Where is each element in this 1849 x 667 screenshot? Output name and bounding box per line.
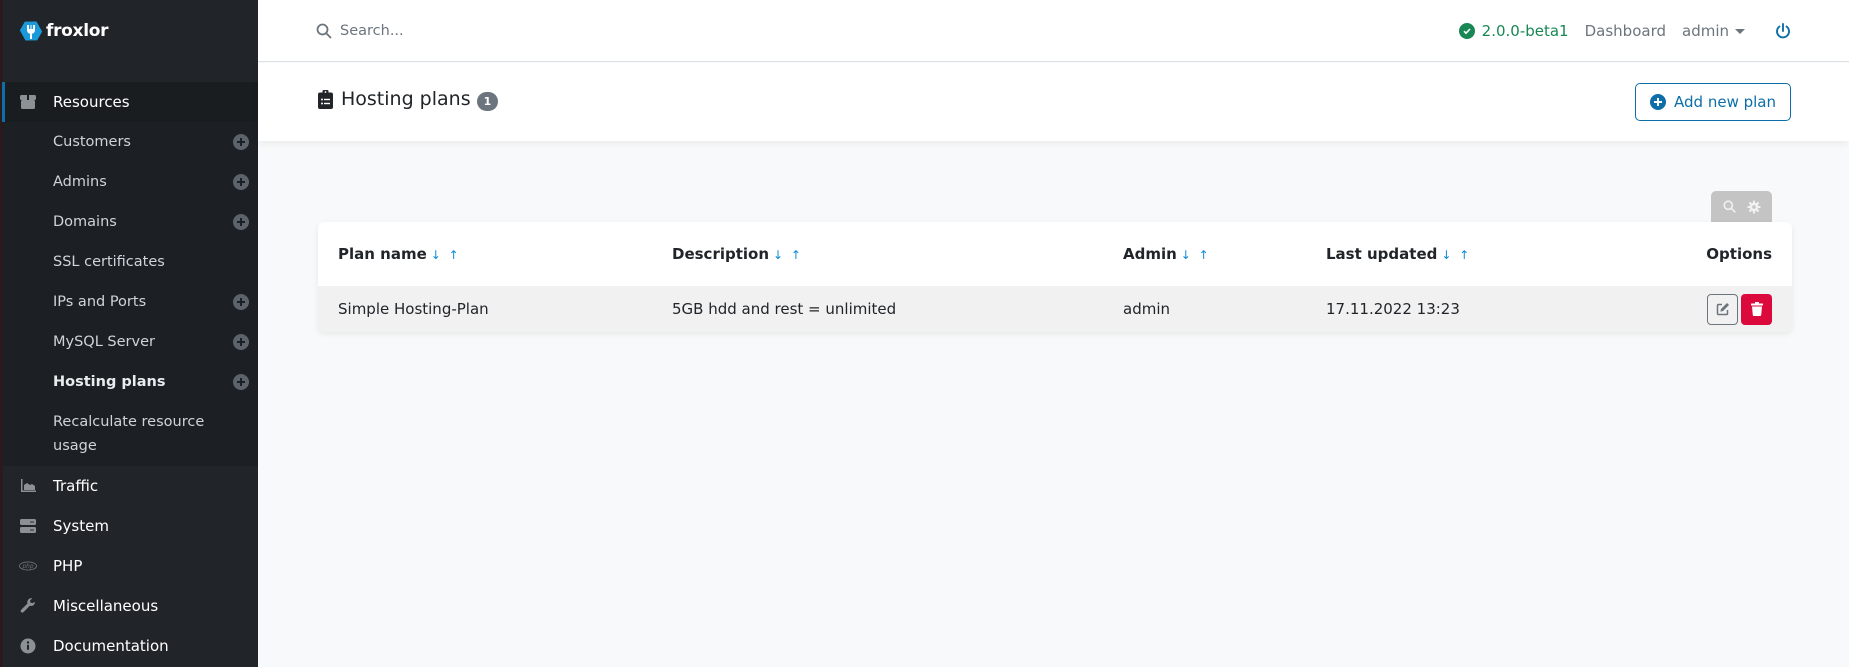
caret-down-icon [1735,28,1745,34]
logout-button[interactable] [1775,23,1791,39]
sort-arrows-icon[interactable]: ↓ ↑ [1441,248,1471,262]
add-admin-icon[interactable] [233,174,249,190]
table-search-button[interactable] [1719,197,1739,217]
plus-circle-icon [1650,94,1667,110]
header-actions: 2.0.0-beta1 Dashboard admin [1458,0,1791,62]
sidebar-item-label: Admins [53,174,107,190]
cell-description: 5GB hdd and rest = unlimited [652,286,1103,332]
sidebar-item-ssl-certificates[interactable]: SSL certificates [3,242,258,282]
sidebar-item-label: Traffic [53,477,99,495]
column-header-description[interactable]: Description ↓ ↑ [652,222,1103,286]
edit-icon [1716,303,1729,316]
version-status[interactable]: 2.0.0-beta1 [1458,22,1569,40]
sidebar-item-label: Documentation [53,637,169,655]
froxlor-logo-icon [19,21,43,41]
table-tools [1711,191,1772,222]
column-header-admin[interactable]: Admin ↓ ↑ [1103,222,1306,286]
cell-options [1606,286,1792,332]
svg-text:php: php [21,564,33,570]
sidebar-item-hosting-plans[interactable]: Hosting plans [3,362,258,402]
sidebar-item-mysql-server[interactable]: MySQL Server [3,322,258,362]
brand-name: froxlor [46,21,109,41]
gear-icon [1747,199,1761,214]
box-icon [19,93,37,111]
dashboard-link[interactable]: Dashboard [1585,22,1666,40]
user-dropdown[interactable]: admin [1682,22,1745,40]
sidebar-item-label: SSL certificates [53,254,165,270]
wrench-icon [19,597,37,615]
sidebar-item-recalculate-resource-usage[interactable]: Recalculate resource usage [3,402,258,466]
sidebar-item-label: IPs and Ports [53,294,147,310]
sidebar-item-miscellaneous[interactable]: Miscellaneous [3,586,258,626]
server-icon [19,517,37,535]
search-icon [1723,200,1736,213]
sidebar-item-label: Hosting plans [53,374,166,390]
cell-admin: admin [1103,286,1306,332]
column-header-plan-name[interactable]: Plan name ↓ ↑ [318,222,652,286]
add-new-plan-button[interactable]: Add new plan [1635,83,1791,121]
page-header: Hosting plans 1 Add new plan [258,63,1849,141]
sidebar-item-label: Miscellaneous [53,597,159,615]
sidebar-item-label: PHP [53,557,83,575]
count-badge: 1 [476,91,499,111]
search-icon [316,23,332,38]
resources-submenu: Customers Admins Domains SSL certificate… [3,122,258,466]
sidebar: froxlor Resources Customers Admins Domai… [0,0,258,667]
sidebar-nav: Resources Customers Admins Domains SSL c… [2,82,258,666]
version-label: 2.0.0-beta1 [1481,22,1569,40]
add-customer-icon[interactable] [233,134,249,150]
column-header-options: Options [1706,245,1772,263]
sort-arrows-icon[interactable]: ↓ ↑ [773,248,803,262]
add-ip-port-icon[interactable] [233,294,249,310]
hosting-plans-table-card: Plan name ↓ ↑ Description ↓ ↑ Admin ↓ ↑ Las… [318,222,1792,332]
froxlor-logo[interactable]: froxlor [19,19,109,43]
sidebar-item-system[interactable]: System [3,506,258,546]
brand[interactable]: froxlor [3,0,258,62]
sidebar-item-label: Recalculate resource usage [53,414,205,454]
search-input[interactable] [340,22,640,39]
power-icon [1776,23,1790,39]
page-title-text: Hosting plans [341,88,471,110]
sidebar-item-php[interactable]: php PHP [3,546,258,586]
sidebar-item-documentation[interactable]: Documentation [3,626,258,666]
php-icon: php [19,557,37,575]
table-header-row: Plan name ↓ ↑ Description ↓ ↑ Admin ↓ ↑ Las… [318,222,1792,286]
clipboard-list-icon [318,89,333,109]
user-label: admin [1682,22,1729,40]
sort-arrows-icon[interactable]: ↓ ↑ [431,248,461,262]
add-hosting-plan-icon[interactable] [233,374,249,390]
info-icon [19,637,37,655]
hosting-plans-table: Plan name ↓ ↑ Description ↓ ↑ Admin ↓ ↑ Las… [318,222,1792,332]
sidebar-item-admins[interactable]: Admins [3,162,258,202]
column-header-last-updated[interactable]: Last updated ↓ ↑ [1306,222,1606,286]
add-new-plan-label: Add new plan [1674,93,1776,111]
sidebar-item-label: Customers [53,134,131,150]
sidebar-item-label: System [53,517,109,535]
top-header: 2.0.0-beta1 Dashboard admin [258,0,1849,62]
search-box[interactable] [316,22,640,39]
cell-plan-name: Simple Hosting-Plan [318,286,652,332]
sidebar-item-label: Resources [53,93,130,111]
page-title: Hosting plans 1 [318,88,499,111]
sidebar-item-ips-and-ports[interactable]: IPs and Ports [3,282,258,322]
table-settings-button[interactable] [1744,197,1764,217]
sidebar-item-label: Domains [53,214,117,230]
trash-icon [1750,302,1763,316]
sidebar-item-label: MySQL Server [53,334,155,350]
area-chart-icon [19,477,37,495]
sidebar-item-domains[interactable]: Domains [3,202,258,242]
sidebar-item-resources[interactable]: Resources [2,82,258,122]
sidebar-item-customers[interactable]: Customers [3,122,258,162]
check-circle-icon [1458,23,1475,39]
table-row: Simple Hosting-Plan 5GB hdd and rest = u… [318,286,1792,332]
delete-button[interactable] [1741,293,1772,325]
sort-arrows-icon[interactable]: ↓ ↑ [1181,248,1211,262]
sidebar-item-traffic[interactable]: Traffic [3,466,258,506]
add-domain-icon[interactable] [233,214,249,230]
edit-button[interactable] [1707,293,1738,325]
add-mysql-server-icon[interactable] [233,334,249,350]
cell-last-updated: 17.11.2022 13:23 [1306,286,1606,332]
